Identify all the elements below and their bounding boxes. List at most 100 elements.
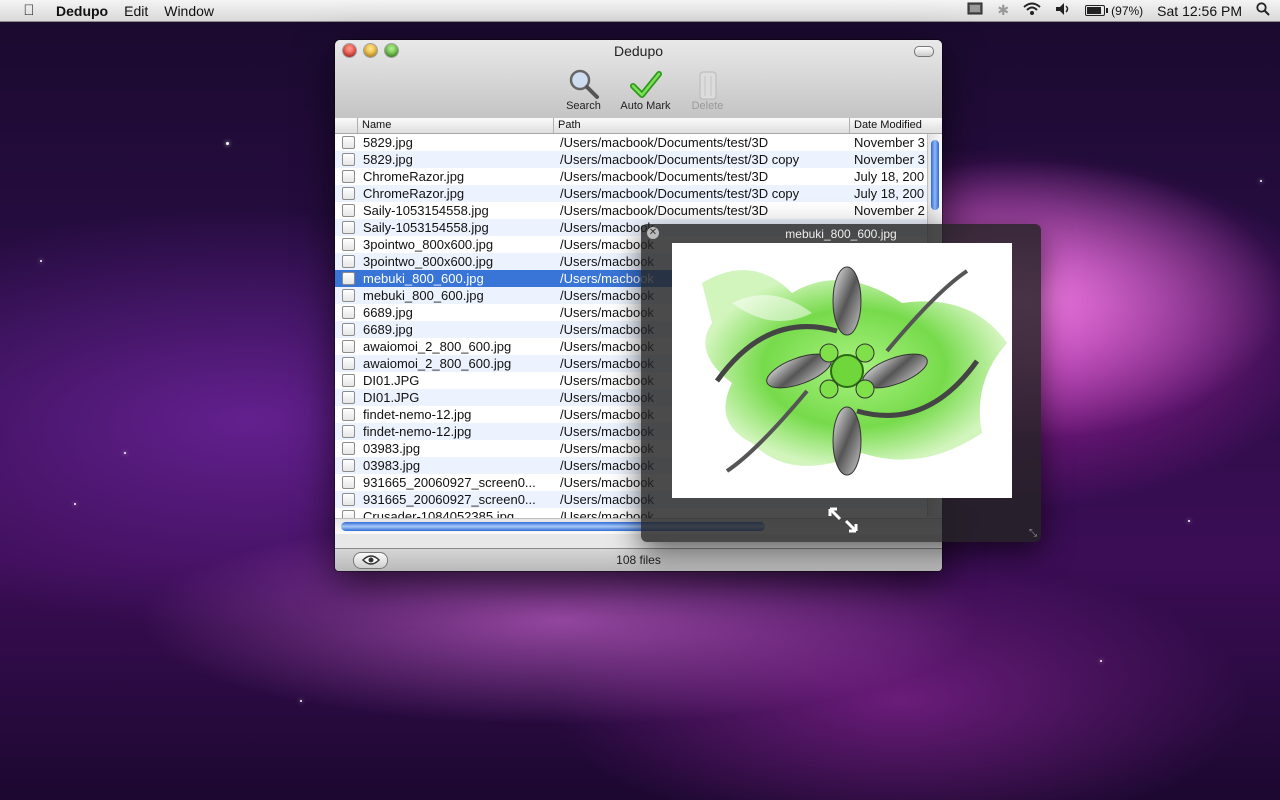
- row-checkbox-cell: [335, 255, 361, 268]
- toolbar: Search Auto Mark Delete: [349, 68, 942, 112]
- vertical-scroll-thumb[interactable]: [931, 140, 939, 210]
- row-name: DI01.JPG: [363, 390, 420, 405]
- row-checkbox-cell: [335, 391, 361, 404]
- row-checkbox[interactable]: [341, 442, 355, 455]
- preview-title: mebuki_800_600.jpg: [785, 227, 897, 241]
- row-checkbox-cell: [335, 153, 361, 166]
- apple-menu-icon[interactable]: : [18, 2, 40, 19]
- row-name: mebuki_800_600.jpg: [363, 271, 484, 286]
- magnifier-icon: [555, 68, 613, 100]
- menu-window[interactable]: Window: [164, 3, 214, 19]
- preview-image: [672, 243, 1012, 498]
- row-checkbox[interactable]: [341, 204, 355, 217]
- row-checkbox[interactable]: [341, 493, 355, 506]
- row-name: DI01.JPG: [363, 373, 420, 388]
- row-name: mebuki_800_600.jpg: [363, 288, 484, 303]
- row-checkbox[interactable]: [341, 391, 355, 404]
- checkmark-icon: [617, 68, 675, 100]
- screen-sharing-icon[interactable]: [967, 2, 983, 19]
- table-row[interactable]: ChromeRazor.jpg/Users/macbook/Documents/…: [335, 185, 942, 202]
- row-path: /Users/macbook/Documents/test/3D copy: [560, 152, 800, 167]
- row-checkbox[interactable]: [341, 153, 355, 166]
- battery-percent: (97%): [1111, 3, 1144, 18]
- file-count: 108 files: [616, 553, 661, 567]
- row-checkbox-cell: [335, 272, 361, 285]
- row-checkbox-cell: [335, 340, 361, 353]
- row-name: ChromeRazor.jpg: [363, 169, 465, 184]
- volume-icon[interactable]: [1055, 2, 1071, 19]
- row-name: 5829.jpg: [363, 152, 413, 167]
- row-checkbox-cell: [335, 476, 361, 489]
- row-date: November 3: [854, 135, 925, 150]
- row-checkbox[interactable]: [341, 221, 355, 234]
- row-checkbox[interactable]: [341, 136, 355, 149]
- row-checkbox[interactable]: [341, 289, 355, 302]
- row-checkbox[interactable]: [341, 272, 355, 285]
- menu-edit[interactable]: Edit: [124, 3, 148, 19]
- row-checkbox-cell: [335, 408, 361, 421]
- row-checkbox[interactable]: [341, 459, 355, 472]
- row-name: 03983.jpg: [363, 458, 421, 473]
- row-checkbox[interactable]: [341, 187, 355, 200]
- fullscreen-icon[interactable]: [827, 506, 859, 539]
- row-name: ChromeRazor.jpg: [363, 186, 465, 201]
- row-checkbox-cell: [335, 323, 361, 336]
- row-name: 931665_20060927_screen0...: [363, 475, 536, 490]
- table-row[interactable]: 5829.jpg/Users/macbook/Documents/test/3D…: [335, 151, 942, 168]
- title-bar[interactable]: Dedupo Search Auto Mark Delete: [335, 40, 942, 119]
- row-checkbox[interactable]: [341, 374, 355, 387]
- row-name: 6689.jpg: [363, 305, 413, 320]
- auto-mark-button[interactable]: Auto Mark: [617, 68, 675, 112]
- column-header-date[interactable]: Date Modified: [850, 118, 928, 133]
- table-row[interactable]: 5829.jpg/Users/macbook/Documents/test/3D…: [335, 134, 942, 151]
- delete-label: Delete: [691, 100, 724, 112]
- row-path: /Users/macbook/Documents/test/3D: [560, 169, 769, 184]
- row-checkbox-cell: [335, 374, 361, 387]
- row-checkbox-cell: [335, 442, 361, 455]
- row-checkbox[interactable]: [341, 425, 355, 438]
- row-date: July 18, 200: [854, 169, 925, 184]
- row-checkbox-cell: [335, 221, 361, 234]
- battery-indicator[interactable]: (97%): [1085, 4, 1143, 18]
- row-checkbox[interactable]: [341, 306, 355, 319]
- row-checkbox-cell: [335, 425, 361, 438]
- auto-mark-label: Auto Mark: [620, 100, 671, 112]
- row-checkbox[interactable]: [341, 476, 355, 489]
- toolbar-toggle-button[interactable]: [914, 46, 934, 57]
- row-checkbox-cell: [335, 170, 361, 183]
- row-path: /Users/macbook/Documents/test/3D copy: [560, 186, 800, 201]
- row-checkbox[interactable]: [341, 170, 355, 183]
- row-checkbox-cell: [335, 493, 361, 506]
- column-header-name[interactable]: Name: [358, 118, 554, 133]
- row-path: /Users/macbook/Documents/test/3D: [560, 135, 769, 150]
- row-name: awaiomoi_2_800_600.jpg: [363, 339, 512, 354]
- row-name: awaiomoi_2_800_600.jpg: [363, 356, 512, 371]
- quick-look-panel: ✕ mebuki_800_600.jpg ⤡: [641, 224, 1041, 542]
- row-date: November 2: [854, 203, 925, 218]
- search-button[interactable]: Search: [555, 68, 613, 112]
- row-checkbox[interactable]: [341, 238, 355, 251]
- row-checkbox-cell: [335, 136, 361, 149]
- row-checkbox-cell: [335, 289, 361, 302]
- menu-clock[interactable]: Sat 12:56 PM: [1157, 3, 1242, 19]
- table-row[interactable]: Saily-1053154558.jpg/Users/macbook/Docum…: [335, 202, 942, 219]
- delete-button[interactable]: Delete: [679, 68, 737, 112]
- row-checkbox[interactable]: [341, 323, 355, 336]
- row-checkbox[interactable]: [341, 357, 355, 370]
- row-name: findet-nemo-12.jpg: [363, 407, 472, 422]
- spotlight-search-icon[interactable]: [1256, 2, 1270, 19]
- column-header-path[interactable]: Path: [554, 118, 850, 133]
- bluetooth-icon[interactable]: ✱: [997, 2, 1009, 19]
- resize-grip-icon[interactable]: ⤡: [1029, 528, 1037, 539]
- menu-bar:  Dedupo Edit Window ✱ (97%) Sat 12:56 P…: [0, 0, 1280, 22]
- column-header-check[interactable]: [335, 118, 358, 133]
- row-name: 3pointwo_800x600.jpg: [363, 237, 494, 252]
- row-checkbox[interactable]: [341, 255, 355, 268]
- wifi-icon[interactable]: [1023, 2, 1041, 19]
- row-checkbox[interactable]: [341, 408, 355, 421]
- row-checkbox[interactable]: [341, 340, 355, 353]
- window-title: Dedupo: [613, 43, 664, 59]
- row-name: 3pointwo_800x600.jpg: [363, 254, 494, 269]
- table-row[interactable]: ChromeRazor.jpg/Users/macbook/Documents/…: [335, 168, 942, 185]
- menu-app-name[interactable]: Dedupo: [56, 3, 108, 19]
